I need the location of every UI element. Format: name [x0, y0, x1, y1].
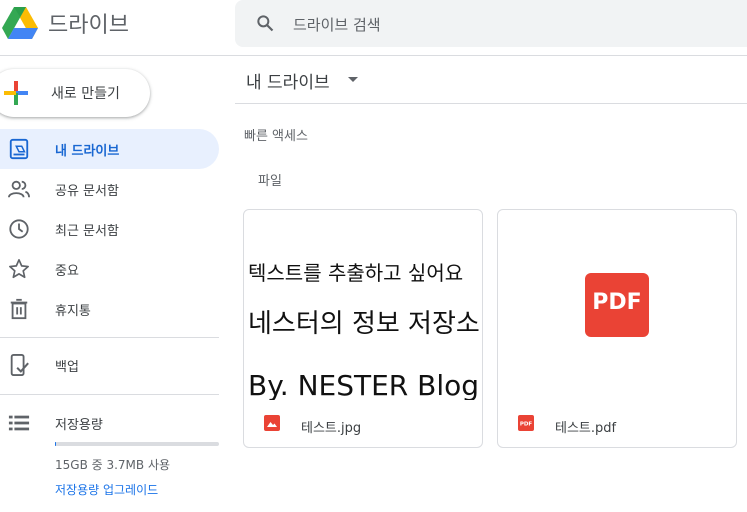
file-card-footer: PDF 테스트.pdf: [498, 400, 736, 447]
pdf-thumbnail-icon: PDF: [585, 273, 649, 337]
page-title[interactable]: 내 드라이브: [246, 68, 330, 93]
trash-icon: [10, 298, 28, 320]
sidebar-item-my-drive[interactable]: 내 드라이브: [0, 129, 219, 169]
app-title[interactable]: 드라이브: [48, 7, 129, 39]
storage-progress-fill: [55, 442, 56, 446]
storage-usage-text: 15GB 중 3.7MB 사용: [55, 458, 171, 472]
my-drive-icon: [9, 138, 29, 160]
star-icon: [9, 259, 29, 279]
file-card-footer: 테스트.jpg: [244, 400, 482, 447]
preview-text-line: By. NESTER Blog: [248, 369, 480, 400]
app-header: 드라이브 드라이브 검색: [0, 0, 747, 56]
file-name: 테스트.pdf: [555, 421, 617, 436]
image-icon: [264, 415, 280, 431]
quick-access-label: 빠른 액세스: [244, 129, 308, 144]
backup-icon: [10, 354, 29, 376]
sidebar-item-label: 휴지통: [55, 304, 91, 319]
sidebar-item-label: 저장용량: [55, 418, 103, 433]
upgrade-storage-link[interactable]: 저장용량 업그레이드: [55, 481, 158, 498]
preview-text-line: 텍스트를 추출하고 싶어요: [248, 261, 464, 285]
pdf-icon: PDF: [518, 415, 534, 431]
file-preview-pdf: PDF: [498, 210, 736, 400]
new-button-label: 새로 만들기: [51, 86, 120, 102]
main-divider: [235, 103, 747, 104]
clock-icon: [9, 219, 29, 239]
sidebar-item-label: 공유 문서함: [55, 184, 119, 199]
file-preview-jpg: 텍스트를 추출하고 싶어요 네스터의 정보 저장소 By. NESTER Blo…: [244, 210, 482, 400]
file-card-jpg[interactable]: 텍스트를 추출하고 싶어요 네스터의 정보 저장소 By. NESTER Blo…: [243, 209, 483, 448]
plus-icon: [4, 81, 28, 105]
sidebar-item-starred[interactable]: 중요: [0, 249, 219, 289]
sidebar-item-label: 중요: [55, 264, 79, 279]
sidebar-item-label: 백업: [55, 360, 79, 375]
people-icon: [8, 180, 30, 198]
pdf-badge-text: PDF: [592, 290, 642, 315]
sidebar-item-storage[interactable]: 저장용량: [0, 403, 219, 443]
sidebar-divider: [0, 394, 219, 395]
svg-text:PDF: PDF: [520, 422, 533, 428]
files-label: 파일: [258, 174, 282, 189]
file-card-pdf[interactable]: PDF PDF 테스트.pdf: [497, 209, 737, 448]
file-name: 테스트.jpg: [301, 421, 362, 436]
storage-progress-bar: [55, 442, 219, 446]
sidebar-item-trash[interactable]: 휴지통: [0, 289, 219, 329]
drive-logo-icon[interactable]: [2, 6, 38, 40]
sidebar-item-recent[interactable]: 최근 문서함: [0, 209, 219, 249]
sidebar-item-label: 내 드라이브: [55, 144, 120, 159]
sidebar-item-label: 최근 문서함: [55, 224, 119, 239]
preview-text-line: 네스터의 정보 저장소: [248, 309, 480, 339]
sidebar-item-shared[interactable]: 공유 문서함: [0, 169, 219, 209]
search-icon[interactable]: [255, 13, 275, 33]
search-bar[interactable]: 드라이브 검색: [235, 0, 747, 47]
sidebar-item-backup[interactable]: 백업: [0, 345, 219, 385]
search-input[interactable]: 드라이브 검색: [293, 14, 381, 35]
sidebar-divider: [0, 337, 219, 338]
new-button[interactable]: 새로 만들기: [0, 69, 150, 117]
chevron-down-icon[interactable]: [348, 77, 358, 83]
storage-icon: [8, 415, 30, 431]
